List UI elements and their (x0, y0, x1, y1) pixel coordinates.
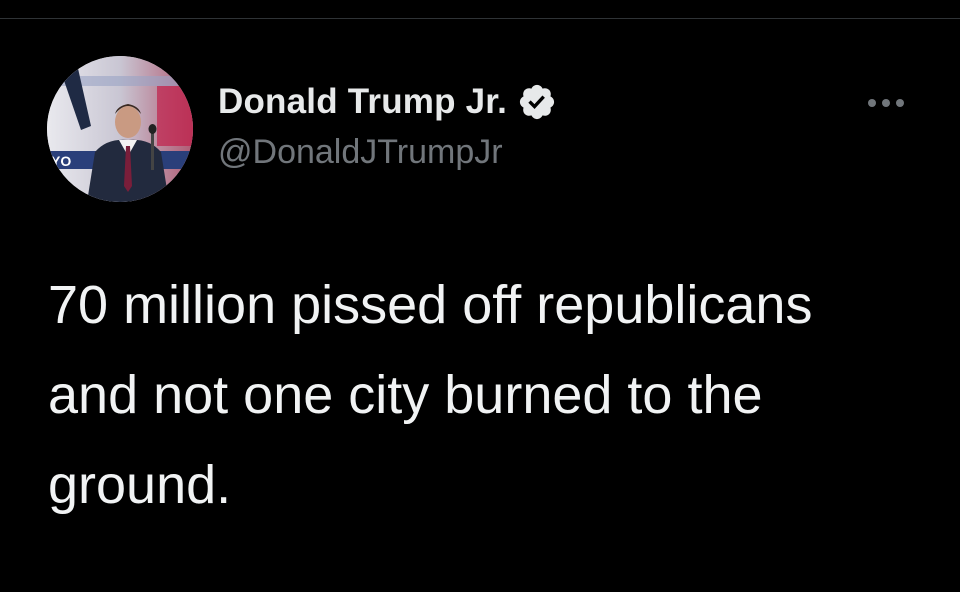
more-options-icon[interactable] (858, 88, 914, 118)
top-divider (0, 18, 960, 19)
tweet-text: 70 million pissed off republicans and no… (48, 275, 813, 515)
author-handle[interactable]: @DonaldJTrumpJr (218, 133, 503, 172)
avatar-photo-icon: YO (47, 56, 193, 202)
avatar[interactable]: YO (47, 56, 193, 202)
author-name-row[interactable]: Donald Trump Jr. (218, 80, 557, 124)
author-display-name[interactable]: Donald Trump Jr. (218, 82, 507, 122)
verified-badge-icon (517, 82, 557, 122)
more-dot (868, 99, 876, 107)
svg-text:YO: YO (51, 153, 71, 169)
more-dot (896, 99, 904, 107)
more-dot (882, 99, 890, 107)
tweet-detail-screen: YO Donald Trump Jr. @DonaldJTrumpJr 70 m… (0, 0, 960, 592)
